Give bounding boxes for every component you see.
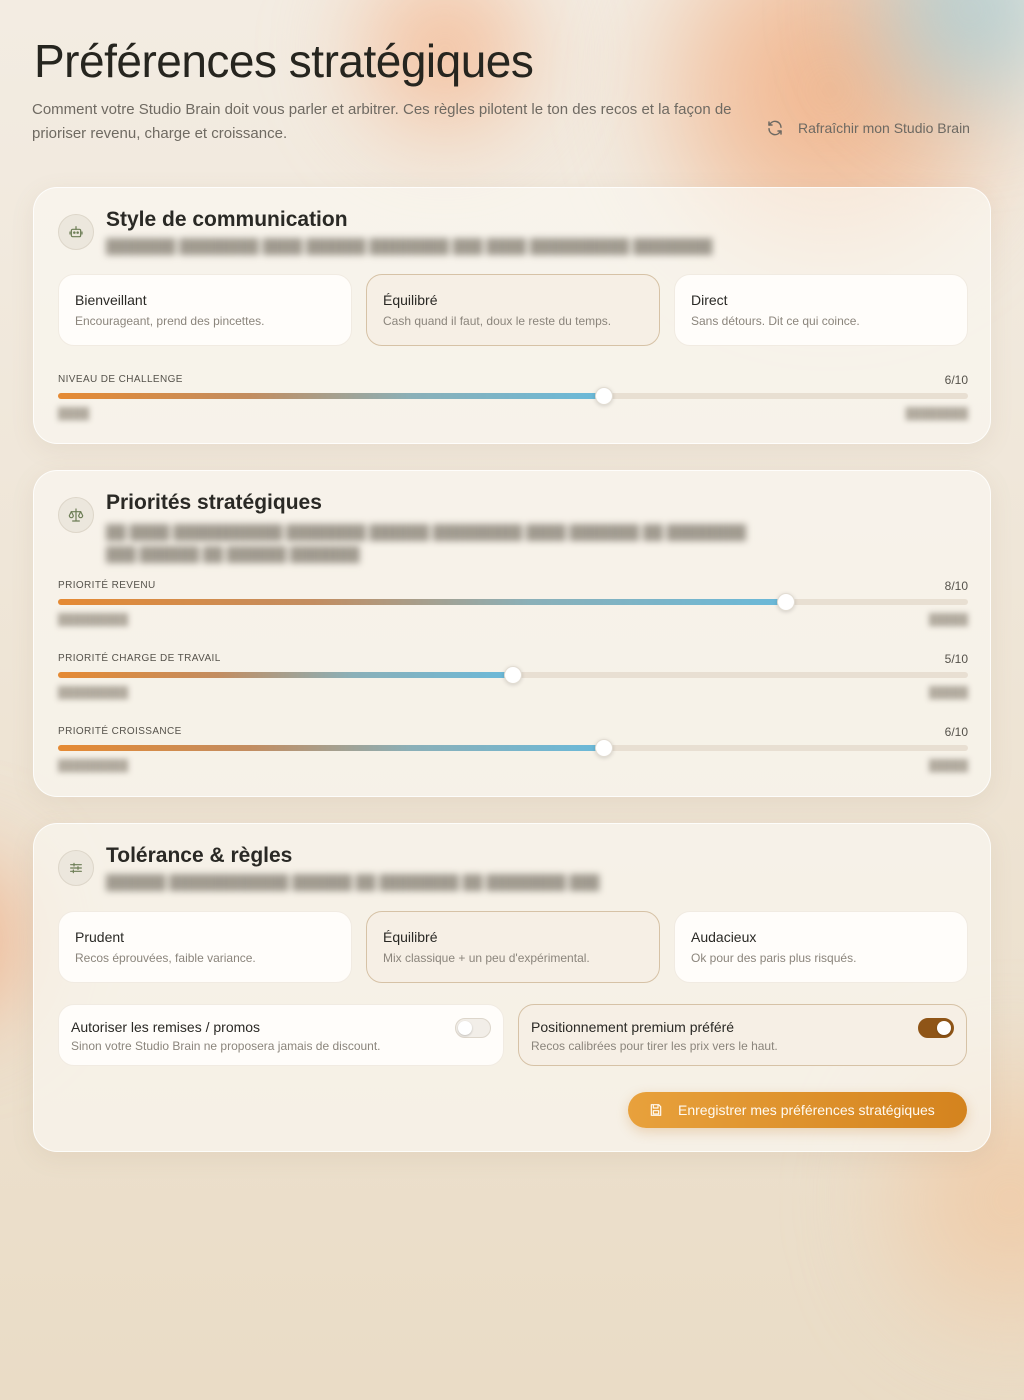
discounts-toggle-row: Autoriser les remises / promos Sinon vot…: [58, 1004, 504, 1066]
option-description: Recos éprouvées, faible variance.: [75, 951, 256, 965]
option-title: Direct: [691, 292, 728, 308]
scale-icon: [58, 497, 94, 533]
priorities-description: ██ ████ ███████████ ████████ ██████ ████…: [106, 524, 747, 562]
refresh-label: Rafraîchir mon Studio Brain: [798, 120, 970, 136]
premium-switch[interactable]: [918, 1018, 954, 1038]
slider-thumb[interactable]: [595, 739, 613, 757]
slider-track[interactable]: [58, 666, 968, 684]
priorities-title: Priorités stratégiques: [106, 491, 322, 514]
page-subtitle: Comment votre Studio Brain doit vous par…: [32, 101, 732, 142]
toggle-description: Recos calibrées pour tirer les prix vers…: [531, 1039, 778, 1053]
toggle-description: Sinon votre Studio Brain ne proposera ja…: [71, 1039, 381, 1053]
tolerance-title: Tolérance & règles: [106, 844, 293, 867]
option-description: Ok pour des paris plus risqués.: [691, 951, 857, 965]
option-title: Équilibré: [383, 929, 438, 945]
option-equilibre[interactable]: Équilibré Mix classique + un peu d'expér…: [366, 911, 660, 983]
slider-label: PRIORITÉ CHARGE DE TRAVAIL: [58, 653, 221, 664]
slider-label: PRIORITÉ REVENU: [58, 580, 156, 591]
page-title: Préférences stratégiques: [34, 35, 534, 87]
slider-label: PRIORITÉ CROISSANCE: [58, 726, 182, 737]
tolerance-options: Prudent Recos éprouvées, faible variance…: [58, 911, 968, 983]
option-bienveillant[interactable]: Bienveillant Encourageant, prend des pin…: [58, 274, 352, 346]
slider-fill: [58, 599, 786, 605]
communication-title: Style de communication: [106, 208, 348, 231]
option-direct[interactable]: Direct Sans détours. Dit ce qui coince.: [674, 274, 968, 346]
slider-value: 5/10: [944, 652, 968, 666]
priorities-card: Priorités stratégiques ██ ████ █████████…: [33, 470, 991, 797]
option-title: Équilibré: [383, 292, 438, 308]
slider-track[interactable]: [58, 739, 968, 757]
slider-label: NIVEAU DE CHALLENGE: [58, 374, 183, 385]
refresh-button[interactable]: Rafraîchir mon Studio Brain: [766, 116, 970, 140]
slider-thumb[interactable]: [504, 666, 522, 684]
option-description: Sans détours. Dit ce qui coince.: [691, 314, 860, 328]
toggle-title: Autoriser les remises / promos: [71, 1019, 261, 1035]
slider-thumb[interactable]: [595, 387, 613, 405]
option-title: Bienveillant: [75, 292, 147, 308]
save-label: Enregistrer mes préférences stratégiques: [678, 1102, 935, 1118]
slider-value: 8/10: [944, 579, 968, 593]
slider-thumb[interactable]: [777, 593, 795, 611]
option-description: Mix classique + un peu d'expérimental.: [383, 951, 590, 965]
option-prudent[interactable]: Prudent Recos éprouvées, faible variance…: [58, 911, 352, 983]
save-icon: [650, 1104, 662, 1116]
slider-fill: [58, 672, 513, 678]
option-title: Prudent: [75, 929, 125, 945]
slider-fill: [58, 393, 604, 399]
option-title: Audacieux: [691, 929, 757, 945]
robot-icon: [58, 214, 94, 250]
slider-track[interactable]: [58, 593, 968, 611]
slider-track[interactable]: [58, 387, 968, 405]
sliders-icon: [58, 850, 94, 886]
slider-fill: [58, 745, 604, 751]
communication-options: Bienveillant Encourageant, prend des pin…: [58, 274, 968, 346]
slider-value: 6/10: [944, 725, 968, 739]
option-description: Encourageant, prend des pincettes.: [75, 314, 265, 328]
discounts-switch[interactable]: [455, 1018, 491, 1038]
premium-toggle-row: Positionnement premium préféré Recos cal…: [518, 1004, 967, 1066]
option-description: Cash quand il faut, doux le reste du tem…: [383, 314, 612, 328]
save-preferences-button[interactable]: Enregistrer mes préférences stratégiques: [628, 1092, 967, 1128]
refresh-icon: [768, 120, 782, 136]
toggle-title: Positionnement premium préféré: [531, 1019, 735, 1035]
communication-card: Style de communication ███████ ████████ …: [33, 187, 991, 444]
communication-description: ███████ ████████ ████ ██████ ████████ ██…: [106, 238, 713, 254]
option-audacieux[interactable]: Audacieux Ok pour des paris plus risqués…: [674, 911, 968, 983]
page: Préférences stratégiques Comment votre S…: [0, 0, 1024, 1400]
tolerance-description: ██████ ████████████ ██████ ██ ████████ █…: [106, 874, 600, 890]
slider-value: 6/10: [944, 373, 968, 387]
option-equilibre[interactable]: Équilibré Cash quand il faut, doux le re…: [366, 274, 660, 346]
